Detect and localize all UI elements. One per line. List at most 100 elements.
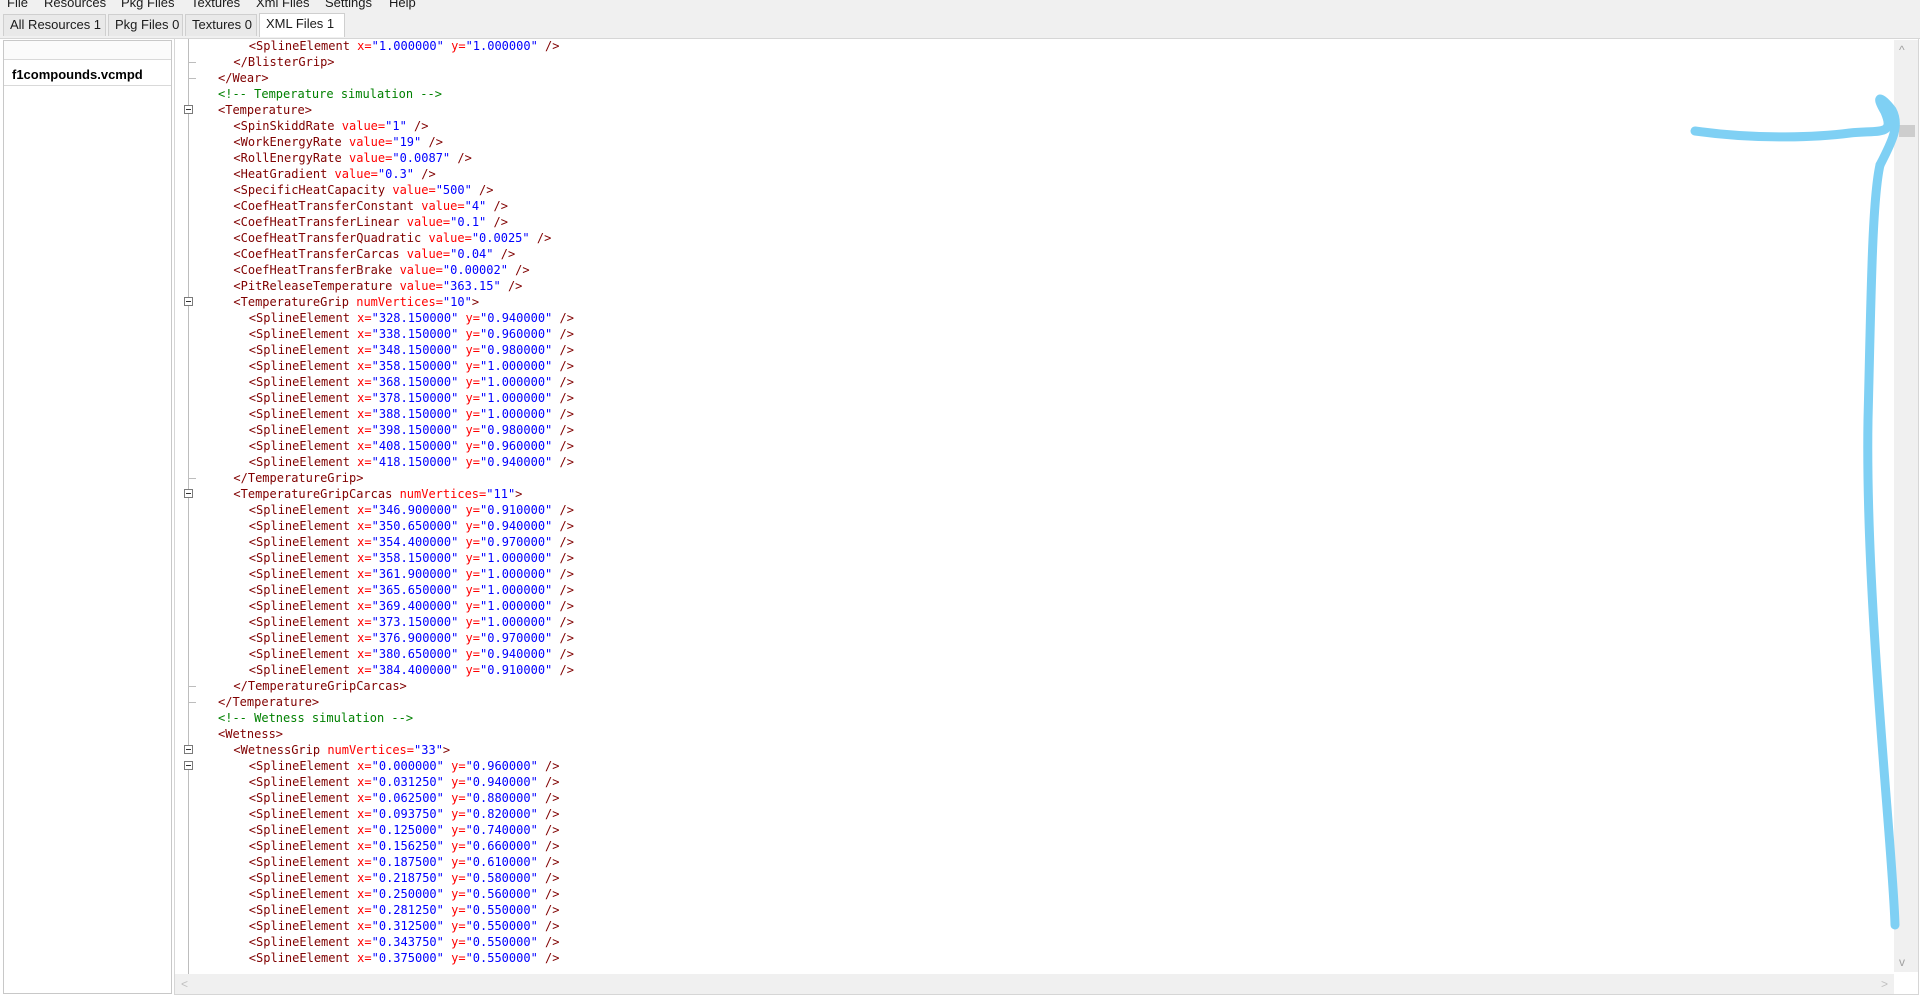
code-line[interactable]: <SplineElement x="358.150000" y="1.00000… (249, 358, 574, 374)
code-line[interactable]: <SplineElement x="373.150000" y="1.00000… (249, 614, 574, 630)
scroll-down-arrow-icon[interactable]: v (1899, 956, 1905, 968)
code-line[interactable]: <!-- Wetness simulation --> (218, 710, 413, 726)
fold-end-marker (188, 478, 196, 479)
code-line[interactable]: <SplineElement x="0.000000" y="0.960000"… (249, 758, 560, 774)
tab-xml-files[interactable]: XML Files 1 (259, 13, 345, 37)
code-line[interactable]: <SplineElement x="408.150000" y="0.96000… (249, 438, 574, 454)
fold-collapse-icon[interactable] (184, 105, 193, 114)
tab-textures[interactable]: Textures 0 (185, 14, 257, 36)
code-line[interactable]: <SplineElement x="0.375000" y="0.550000"… (249, 950, 560, 966)
code-token: "361.900000" (371, 567, 459, 581)
fold-collapse-icon[interactable] (184, 297, 193, 306)
code-token: "1.000000" (480, 359, 553, 373)
code-line[interactable]: <SpinSkiddRate value="1" /> (233, 118, 428, 134)
fold-collapse-icon[interactable] (184, 745, 193, 754)
code-line[interactable]: <SpecificHeatCapacity value="500" /> (233, 182, 493, 198)
code-line[interactable]: </TemperatureGripCarcas> (233, 678, 406, 694)
code-line[interactable]: <SplineElement x="418.150000" y="0.94000… (249, 454, 574, 470)
vertical-scrollbar[interactable]: ^ v (1894, 40, 1918, 972)
code-token: "0.000000" (371, 759, 444, 773)
code-token: <SplineElement (248, 775, 358, 789)
code-line[interactable]: <SplineElement x="0.312500" y="0.550000"… (249, 918, 560, 934)
fold-collapse-icon[interactable] (184, 761, 193, 770)
code-line[interactable]: <SplineElement x="346.900000" y="0.91000… (249, 502, 574, 518)
code-line[interactable]: <SplineElement x="350.650000" y="0.94000… (249, 518, 574, 534)
code-line[interactable]: <HeatGradient value="0.3" /> (233, 166, 435, 182)
code-line[interactable]: <CoefHeatTransferQuadratic value="0.0025… (233, 230, 551, 246)
code-line[interactable]: <SplineElement x="380.650000" y="0.94000… (249, 646, 574, 662)
code-line[interactable]: <SplineElement x="0.281250" y="0.550000"… (249, 902, 560, 918)
code-line[interactable]: <SplineElement x="369.400000" y="1.00000… (249, 598, 574, 614)
code-line[interactable]: <SplineElement x="328.150000" y="0.94000… (249, 310, 574, 326)
code-line[interactable]: <SplineElement x="376.900000" y="0.97000… (249, 630, 574, 646)
code-line[interactable]: <SplineElement x="338.150000" y="0.96000… (249, 326, 574, 342)
code-token: <SplineElement (248, 375, 358, 389)
code-token: y= (443, 919, 466, 933)
code-line[interactable]: <Temperature> (218, 102, 312, 118)
code-line[interactable]: <SplineElement x="0.218750" y="0.580000"… (249, 870, 560, 886)
scroll-right-arrow-icon[interactable]: > (1881, 977, 1888, 991)
xml-editor[interactable]: <SplineElement x="1.000000" y="1.000000"… (174, 38, 1919, 995)
code-line[interactable]: <SplineElement x="368.150000" y="1.00000… (249, 374, 574, 390)
code-line[interactable]: <WetnessGrip numVertices="33"> (233, 742, 450, 758)
code-line[interactable]: <CoefHeatTransferConstant value="4" /> (233, 198, 508, 214)
code-line[interactable]: <SplineElement x="348.150000" y="0.98000… (249, 342, 574, 358)
code-line[interactable]: <WorkEnergyRate value="19" /> (233, 134, 443, 150)
code-line[interactable]: <SplineElement x="0.343750" y="0.550000"… (249, 934, 560, 950)
code-token: /> (493, 247, 516, 261)
code-token: "0.910000" (480, 663, 553, 677)
horizontal-scrollbar[interactable]: < > (175, 974, 1894, 994)
fold-collapse-icon[interactable] (184, 489, 193, 498)
code-line[interactable]: </BlisterGrip> (233, 54, 334, 70)
tab-pkg-files[interactable]: Pkg Files 0 (108, 14, 183, 36)
file-list-panel: f1compounds.vcmpd (3, 40, 172, 994)
code-line[interactable]: <SplineElement x="0.187500" y="0.610000"… (249, 854, 560, 870)
scroll-up-arrow-icon[interactable]: ^ (1899, 44, 1905, 56)
code-line[interactable]: </Wear> (218, 70, 269, 86)
code-token: <CoefHeatTransferLinear (233, 215, 407, 229)
code-token: "0.580000" (465, 871, 538, 885)
vertical-scroll-thumb[interactable] (1899, 125, 1915, 137)
code-line[interactable]: <SplineElement x="354.400000" y="0.97000… (249, 534, 574, 550)
code-line[interactable]: <SplineElement x="398.150000" y="0.98000… (249, 422, 574, 438)
code-area[interactable]: <SplineElement x="1.000000" y="1.000000"… (203, 39, 1883, 974)
menu-resources[interactable]: Resources (44, 0, 106, 11)
code-line[interactable]: <SplineElement x="0.093750" y="0.820000"… (249, 806, 560, 822)
scroll-left-arrow-icon[interactable]: < (181, 977, 188, 991)
code-line[interactable]: <PitReleaseTemperature value="363.15" /> (233, 278, 522, 294)
code-line[interactable]: <SplineElement x="0.062500" y="0.880000"… (249, 790, 560, 806)
code-line[interactable]: <CoefHeatTransferCarcas value="0.04" /> (233, 246, 515, 262)
code-line[interactable]: <SplineElement x="358.150000" y="1.00000… (249, 550, 574, 566)
code-line[interactable]: <SplineElement x="0.156250" y="0.660000"… (249, 838, 560, 854)
code-line[interactable]: <SplineElement x="361.900000" y="1.00000… (249, 566, 574, 582)
file-list-item[interactable]: f1compounds.vcmpd (12, 67, 143, 82)
menu-pkg-files[interactable]: Pkg Files (121, 0, 174, 11)
menu-textures[interactable]: Textures (191, 0, 240, 11)
code-line[interactable]: <SplineElement x="0.031250" y="0.940000"… (249, 774, 560, 790)
tab-all-resources[interactable]: All Resources 1 (3, 14, 106, 36)
code-line[interactable]: <TemperatureGrip numVertices="10"> (233, 294, 479, 310)
code-line[interactable]: <SplineElement x="378.150000" y="1.00000… (249, 390, 574, 406)
code-token: /> (552, 631, 574, 645)
code-line[interactable]: <RollEnergyRate value="0.0087" /> (233, 150, 471, 166)
menu-settings[interactable]: Settings (325, 0, 372, 11)
code-line[interactable]: <Wetness> (218, 726, 283, 742)
code-line[interactable]: <SplineElement x="388.150000" y="1.00000… (249, 406, 574, 422)
code-line[interactable]: <TemperatureGripCarcas numVertices="11"> (233, 486, 522, 502)
code-line[interactable]: <SplineElement x="384.400000" y="0.91000… (249, 662, 574, 678)
code-line[interactable]: </Temperature> (218, 694, 319, 710)
code-line[interactable]: <CoefHeatTransferBrake value="0.00002" /… (233, 262, 529, 278)
menu-help[interactable]: Help (389, 0, 416, 11)
code-line[interactable]: <!-- Temperature simulation --> (218, 86, 442, 102)
code-line[interactable]: <SplineElement x="1.000000" y="1.000000"… (249, 39, 560, 54)
code-line[interactable]: </TemperatureGrip> (233, 470, 363, 486)
code-line[interactable]: <SplineElement x="365.650000" y="1.00000… (249, 582, 574, 598)
code-line[interactable]: <SplineElement x="0.250000" y="0.560000"… (249, 886, 560, 902)
code-token: <SplineElement (248, 567, 358, 581)
menu-file[interactable]: File (7, 0, 28, 11)
code-token: <TemperatureGrip (233, 295, 357, 309)
menu-xml-files[interactable]: Xml Files (256, 0, 309, 11)
code-line[interactable]: <SplineElement x="0.125000" y="0.740000"… (249, 822, 560, 838)
code-line[interactable]: <CoefHeatTransferLinear value="0.1" /> (233, 214, 508, 230)
code-token: y= (443, 791, 466, 805)
